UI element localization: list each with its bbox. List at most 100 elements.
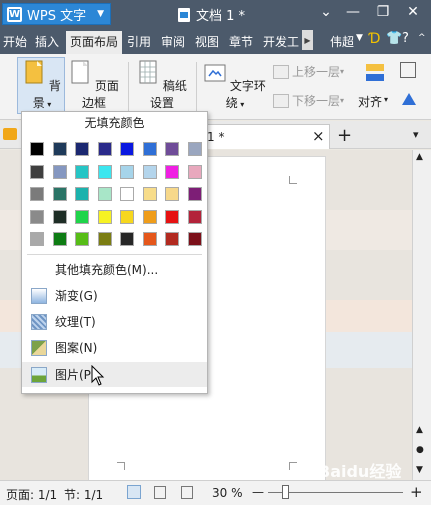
color-swatch[interactable] <box>187 142 202 156</box>
color-swatch[interactable] <box>187 232 202 246</box>
page-view-icon[interactable] <box>127 485 141 499</box>
tab-insert[interactable]: 插入 <box>35 33 59 50</box>
rotate-icon[interactable] <box>400 91 418 107</box>
color-swatch[interactable] <box>30 164 44 179</box>
color-swatch[interactable] <box>52 187 67 201</box>
folder-icon[interactable] <box>3 128 17 140</box>
scroll-up-icon[interactable]: ▲ <box>416 152 423 162</box>
color-swatch[interactable] <box>52 164 67 179</box>
tab-document-label: 1 * <box>207 130 225 144</box>
color-swatch[interactable] <box>142 142 157 156</box>
mouse-cursor-icon <box>91 365 105 386</box>
color-swatch[interactable] <box>52 209 67 224</box>
background-button[interactable]: 背景 ▾ <box>18 60 66 111</box>
collapse-icon[interactable]: ^ <box>418 33 426 43</box>
color-swatch[interactable] <box>75 164 89 179</box>
color-swatch[interactable] <box>165 209 179 224</box>
color-swatch[interactable] <box>165 232 179 246</box>
text-wrap-button[interactable]: 文字环绕 ▾ <box>204 60 266 111</box>
paper-setting-button[interactable]: 稿纸设置 <box>134 60 190 111</box>
color-swatch[interactable] <box>120 209 134 224</box>
color-swatch[interactable] <box>30 232 44 246</box>
select-browse-icon[interactable]: ● <box>416 445 424 455</box>
tab-chapter[interactable]: 章节 <box>229 33 253 50</box>
color-swatch[interactable] <box>30 209 44 224</box>
ribbon-separator <box>128 62 129 112</box>
minimize-ribbon-button[interactable]: ⌄ <box>313 4 339 20</box>
color-swatch[interactable] <box>75 142 89 156</box>
zoom-in-button[interactable]: + <box>410 483 423 501</box>
color-swatch[interactable] <box>30 142 44 156</box>
tab-view[interactable]: 视图 <box>195 33 219 50</box>
color-swatch[interactable] <box>142 209 157 224</box>
minimize-button[interactable]: — <box>340 4 366 20</box>
wps-app-menu-button[interactable]: W WPS 文字 ▼ <box>2 3 111 25</box>
user-dropdown-icon[interactable]: ▼ <box>356 33 363 43</box>
color-swatch[interactable] <box>52 232 67 246</box>
tab-review[interactable]: 审阅 <box>161 33 185 50</box>
color-swatch[interactable] <box>120 187 134 201</box>
web-view-icon[interactable] <box>181 486 193 499</box>
color-swatch[interactable] <box>97 209 112 224</box>
move-down-button[interactable]: 下移一层 ▾ <box>273 92 344 109</box>
scroll-up-page-icon[interactable]: ▲ <box>416 425 423 435</box>
color-swatch[interactable] <box>30 187 44 201</box>
page-corner-mark <box>289 176 297 184</box>
color-swatch[interactable] <box>97 187 112 201</box>
align-dropdown-icon: ▾ <box>384 95 389 104</box>
outline-view-icon[interactable] <box>154 486 166 499</box>
close-window-button[interactable]: ✕ <box>400 4 426 20</box>
more-fill-colors-option[interactable]: 其他填充颜色(M)... <box>22 257 207 282</box>
color-swatch-grid <box>22 112 207 252</box>
color-swatch[interactable] <box>142 164 157 179</box>
color-swatch[interactable] <box>187 209 202 224</box>
restore-button[interactable]: ❐ <box>370 4 396 20</box>
zoom-slider-thumb[interactable] <box>282 485 289 499</box>
align-label[interactable]: 对齐 <box>358 93 382 110</box>
help-icon[interactable]: ? <box>402 31 409 46</box>
scroll-down-page-icon[interactable]: ▼ <box>416 465 423 475</box>
gradient-option[interactable]: 渐变(G) <box>22 283 207 308</box>
color-swatch[interactable] <box>52 142 67 156</box>
document-title-text: 文档 1 * <box>196 9 246 24</box>
new-tab-button[interactable]: + <box>337 125 352 146</box>
color-swatch[interactable] <box>187 164 202 179</box>
color-swatch[interactable] <box>120 142 134 156</box>
wps-app-label: WPS 文字 <box>27 8 87 24</box>
color-swatch[interactable] <box>165 142 179 156</box>
color-swatch[interactable] <box>75 209 89 224</box>
texture-label: 纹理(T) <box>55 315 96 329</box>
user-name[interactable]: 伟超 <box>330 33 354 50</box>
align-button[interactable] <box>364 62 386 89</box>
move-up-button[interactable]: 上移一层 ▾ <box>273 63 344 80</box>
color-swatch[interactable] <box>142 232 157 246</box>
pattern-option[interactable]: 图案(N) <box>22 335 207 360</box>
skin-icon[interactable]: Ɗ <box>369 31 380 47</box>
tab-page-layout[interactable]: 页面布局 <box>66 31 123 54</box>
menu-scroll-right-button[interactable]: ▶ <box>302 30 313 50</box>
tab-references[interactable]: 引用 <box>127 33 151 50</box>
close-tab-icon[interactable]: × <box>312 127 325 145</box>
color-swatch[interactable] <box>165 187 179 201</box>
texture-option[interactable]: 纹理(T) <box>22 309 207 334</box>
group-icon[interactable] <box>400 62 416 78</box>
wps-logo-icon: W <box>7 6 22 22</box>
page-border-button[interactable]: 页面边框 <box>66 60 122 111</box>
color-swatch[interactable] <box>97 164 112 179</box>
color-swatch[interactable] <box>187 187 202 201</box>
color-swatch[interactable] <box>142 187 157 201</box>
color-swatch[interactable] <box>165 164 179 179</box>
color-swatch[interactable] <box>97 232 112 246</box>
tab-home[interactable]: 开始 <box>3 33 27 50</box>
color-swatch[interactable] <box>97 142 112 156</box>
zoom-level[interactable]: 30 % <box>212 486 243 500</box>
tab-list-icon[interactable]: ▾ <box>413 128 419 141</box>
color-swatch[interactable] <box>120 164 134 179</box>
zoom-out-button[interactable]: — <box>252 485 264 499</box>
tab-developer[interactable]: 开发工 <box>263 33 299 50</box>
color-swatch[interactable] <box>75 232 89 246</box>
tshirt-icon[interactable]: 👕 <box>386 31 402 46</box>
color-swatch[interactable] <box>120 232 134 246</box>
color-swatch[interactable] <box>75 187 89 201</box>
picture-option[interactable]: 图片(P) <box>22 362 207 387</box>
